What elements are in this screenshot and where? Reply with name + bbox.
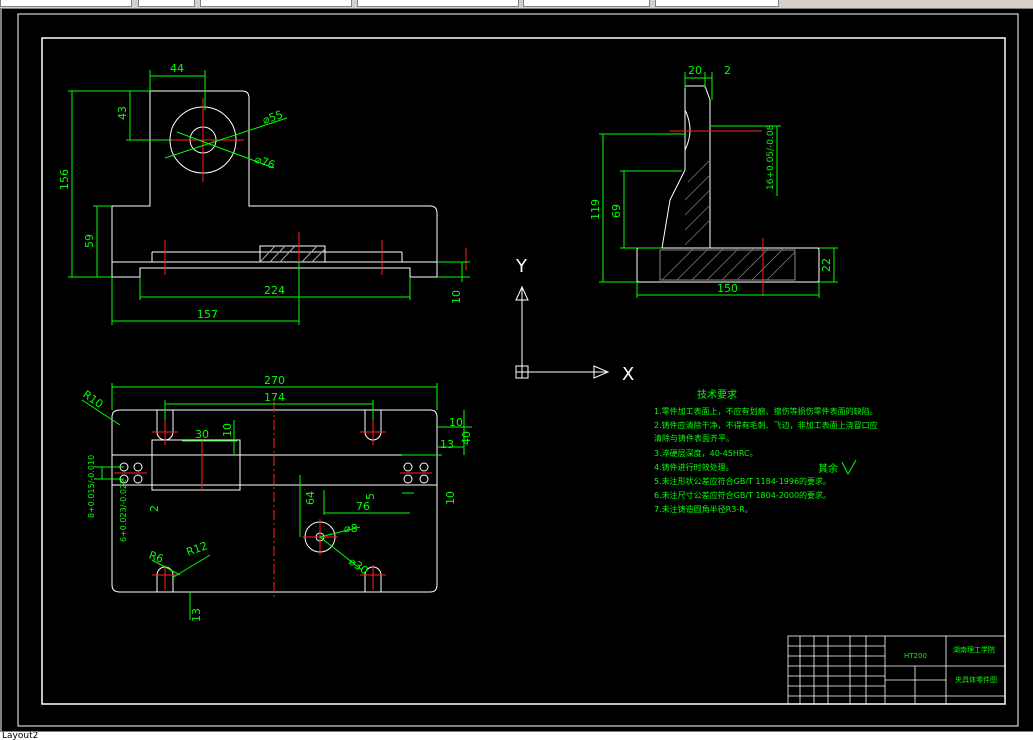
dim-6-tol: 6+0.023/-0.022: [119, 479, 128, 542]
dim-64: 64: [304, 491, 317, 505]
note-line: 清除与铸件表面齐平。: [654, 433, 734, 443]
dim-224: 224: [264, 284, 285, 297]
technical-notes: 技术要求 1.零件加工表面上，不应有划痕、擦伤等损伤零件表面的缺陷。 2.铸件应…: [654, 388, 878, 514]
dim-150: 150: [717, 282, 738, 295]
dim-10-a: 10: [221, 423, 234, 437]
layer-dropdown[interactable]: [200, 0, 352, 7]
dim-2-top: 2: [148, 505, 161, 512]
color-dropdown[interactable]: [357, 0, 519, 7]
front-centerlines: [162, 98, 467, 275]
dim-174: 174: [264, 391, 285, 404]
title-material: HT200: [904, 652, 927, 660]
cad-drawing[interactable]: 44 43 156 59 224 157 10 ⌀55 ⌀76 20 2 119…: [2, 9, 1033, 731]
dim-2: 2: [724, 64, 731, 77]
roughness-icon: [841, 459, 857, 476]
dim-10: 10: [450, 290, 463, 304]
dim-13: 13: [440, 438, 454, 451]
dim-20: 20: [688, 64, 702, 77]
dim-5: 5: [364, 493, 377, 500]
note-line: 3.淬硬层深度，40-45HRC。: [654, 448, 758, 458]
side-view: [636, 85, 820, 283]
dim-r12: R12: [185, 539, 210, 559]
dim-dia30: ⌀30: [346, 555, 370, 577]
note-line: 6.未注尺寸公差应符合GB/T 1804-2000的要求。: [654, 490, 831, 500]
dim-40: 40: [460, 431, 473, 445]
dim-157: 157: [197, 308, 218, 321]
title-school: 湖南理工学院: [953, 645, 995, 654]
ucs-x-label: X: [622, 364, 634, 385]
linetype-dropdown[interactable]: [523, 0, 650, 7]
top-dims: [81, 383, 472, 620]
note-line: 4.铸件进行时效处理。: [654, 462, 734, 472]
note-line: 2.铸件应清除干净，不得有毛刺、飞边，非加工表面上浇冒口应: [654, 420, 878, 430]
note-line: 7.未注铸造圆角半径R3-R。: [654, 504, 753, 514]
ucs-y-label: Y: [515, 256, 528, 277]
dim-69: 69: [610, 204, 623, 218]
toolbar-field[interactable]: [0, 0, 132, 7]
dim-10-c: 10: [444, 491, 457, 505]
drawing-canvas[interactable]: 44 43 156 59 224 157 10 ⌀55 ⌀76 20 2 119…: [0, 9, 1033, 731]
side-dims: [599, 72, 838, 298]
dim-43: 43: [116, 106, 129, 120]
dim-76: 76: [356, 500, 370, 513]
roughness-note: 其余: [818, 462, 838, 475]
note-line: 5.未注形状公差应符合GB/T 1184-1996的要求。: [654, 476, 831, 486]
dim-16-tol: 16+0.05/-0.08: [766, 124, 776, 190]
lineweight-dropdown[interactable]: [655, 0, 779, 7]
dim-30: 30: [195, 428, 209, 441]
dim-156: 156: [58, 169, 71, 190]
dim-dia76: ⌀76: [253, 153, 277, 172]
dim-r6: R6: [147, 549, 165, 566]
dim-10-b: 10: [449, 416, 463, 429]
ucs-icon: [515, 285, 610, 379]
note-line: 1.零件加工表面上，不应有划痕、擦伤等损伤零件表面的缺陷。: [654, 406, 878, 416]
toolbar: [0, 0, 1033, 9]
toolbar-icons[interactable]: [138, 0, 195, 7]
dim-270: 270: [264, 374, 285, 387]
dim-44: 44: [170, 62, 184, 75]
title-drawing-name: 夹具体零件图: [955, 675, 997, 684]
dim-dia55: ⌀55: [261, 108, 285, 127]
dim-8-tol: 8+0.015/-0.010: [87, 455, 96, 518]
dim-22: 22: [820, 258, 833, 272]
dim-dia8: ⌀8: [344, 522, 358, 535]
dim-13-bottom: 13: [190, 608, 203, 622]
dim-119: 119: [589, 199, 602, 220]
notes-title: 技术要求: [697, 388, 737, 401]
dim-59: 59: [83, 234, 96, 248]
